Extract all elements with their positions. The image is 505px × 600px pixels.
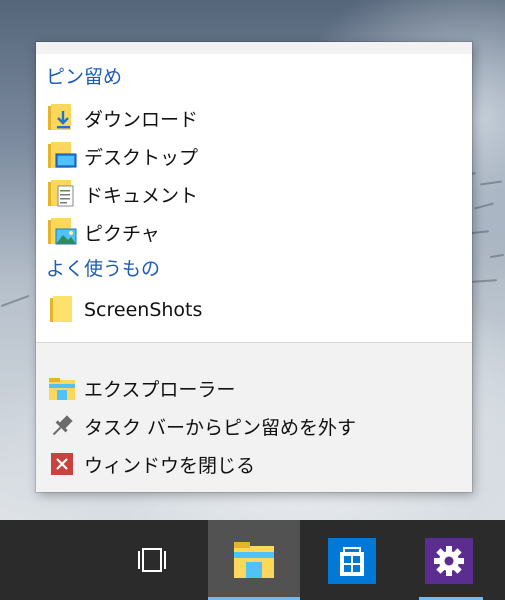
task-close-window[interactable]: ウィンドウを閉じる — [46, 446, 462, 482]
taskbar — [0, 520, 505, 600]
task-view-button[interactable] — [106, 520, 198, 600]
file-explorer-icon — [232, 540, 276, 584]
pinned-item-label: ドキュメント — [84, 184, 199, 207]
pinned-item-label: ピクチャ — [84, 222, 160, 245]
task-label: タスク バーからピン留めを外す — [84, 416, 357, 439]
pinned-item-documents[interactable]: ドキュメント — [46, 176, 462, 212]
store-icon — [328, 538, 376, 588]
task-open-file-explorer[interactable]: エクスプローラー — [46, 370, 462, 406]
task-label: ウィンドウを閉じる — [84, 454, 256, 477]
task-view-icon — [134, 542, 170, 582]
frequent-item-screenshots[interactable]: ScreenShots — [46, 292, 462, 328]
pictures-folder-icon — [46, 216, 78, 248]
gear-icon — [425, 538, 473, 588]
pinned-item-desktop[interactable]: デスクトップ — [46, 138, 462, 174]
frequent-item-label: ScreenShots — [84, 299, 203, 321]
desktop-folder-icon — [46, 140, 78, 172]
pinned-item-label: ダウンロード — [84, 108, 199, 131]
close-icon — [46, 448, 78, 480]
downloads-folder-icon — [46, 102, 78, 134]
file-explorer-icon — [46, 372, 78, 404]
settings-taskbar-button[interactable] — [405, 520, 497, 600]
task-label: エクスプローラー — [84, 378, 236, 401]
pinned-section-header: ピン留め — [46, 66, 123, 88]
jump-list: ピン留め ダウンロード デスクトップ ドキュメント ピクチャ よく使うもの Sc… — [36, 42, 472, 492]
documents-folder-icon — [46, 178, 78, 210]
frequent-section-header: よく使うもの — [46, 258, 161, 280]
pinned-item-label: デスクトップ — [84, 146, 199, 169]
divider — [36, 342, 472, 343]
task-unpin-from-taskbar[interactable]: タスク バーからピン留めを外す — [46, 408, 462, 444]
pinned-item-downloads[interactable]: ダウンロード — [46, 100, 462, 136]
pinned-item-pictures[interactable]: ピクチャ — [46, 214, 462, 250]
pin-icon — [46, 410, 78, 442]
folder-icon — [46, 294, 78, 326]
file-explorer-taskbar-button[interactable] — [208, 520, 300, 600]
store-taskbar-button[interactable] — [306, 520, 398, 600]
